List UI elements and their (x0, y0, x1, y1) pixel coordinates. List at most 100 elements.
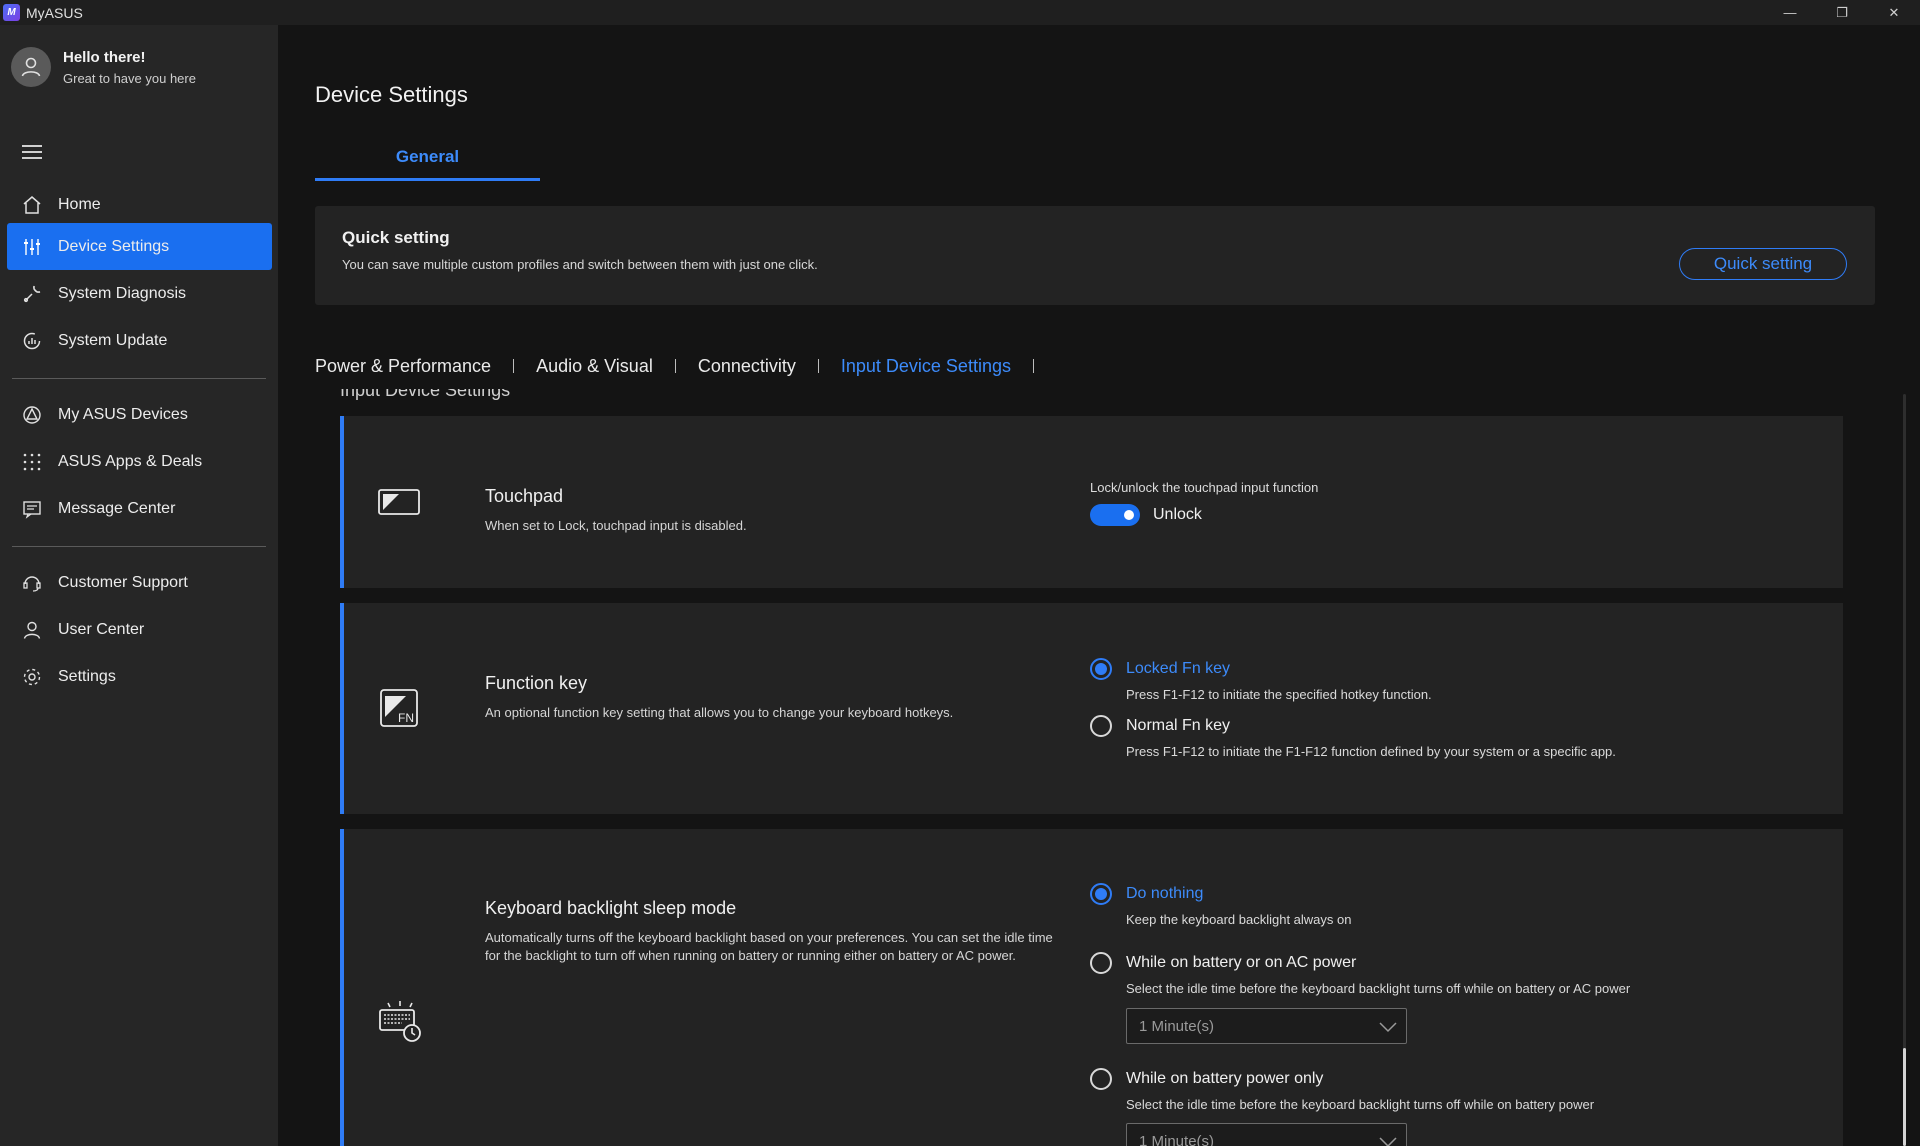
dropdown-value: 1 Minute(s) (1139, 1132, 1215, 1146)
sidebar-item-label: Home (58, 195, 101, 213)
hamburger-menu-icon[interactable] (22, 145, 42, 163)
subtab-separator (817, 359, 819, 373)
locked-fn-key-label: Locked Fn key (1126, 660, 1231, 677)
sidebar-item-home[interactable]: Home (7, 181, 272, 228)
restore-button[interactable]: ❐ (1816, 0, 1868, 25)
sidebar-item-label: ASUS Apps & Deals (58, 452, 203, 470)
sidebar-item-label: Message Center (58, 499, 176, 517)
battery-only-idle-dropdown[interactable]: 1 Minute(s) (1126, 1123, 1407, 1146)
main-content: Device Settings General Quick setting Yo… (278, 25, 1920, 1146)
quick-setting-description: You can save multiple custom profiles an… (342, 257, 818, 272)
sidebar-item-label: User Center (58, 620, 145, 638)
touchpad-card: Touchpad When set to Lock, touchpad inpu… (340, 416, 1843, 588)
sidebar-item-message-center[interactable]: Message Center (7, 485, 272, 532)
battery-or-ac-radio[interactable] (1090, 952, 1112, 974)
battery-only-option[interactable]: While on battery power only (1090, 1068, 1323, 1090)
touchpad-title: Touchpad (485, 486, 564, 506)
wrench-icon (21, 283, 43, 305)
close-button[interactable]: ✕ (1868, 0, 1920, 25)
battery-or-ac-option[interactable]: While on battery or on AC power (1090, 952, 1356, 974)
function-key-options: Locked Fn key Press F1-F12 to initiate t… (1090, 658, 1790, 798)
battery-or-ac-desc: Select the idle time before the keyboard… (1126, 981, 1631, 996)
touchpad-description: When set to Lock, touchpad input is disa… (485, 518, 747, 533)
avatar[interactable] (11, 47, 51, 87)
main-scrollbar[interactable] (1903, 394, 1906, 1146)
sidebar-item-device-settings[interactable]: Device Settings (7, 223, 272, 270)
subtab-power-performance[interactable]: Power & Performance (315, 356, 491, 377)
locked-fn-key-desc: Press F1-F12 to initiate the specified h… (1126, 687, 1432, 702)
normal-fn-key-desc: Press F1-F12 to initiate the F1-F12 func… (1126, 744, 1616, 759)
subtab-connectivity[interactable]: Connectivity (698, 356, 796, 377)
update-icon (21, 330, 43, 352)
subtab-input-device-settings[interactable]: Input Device Settings (841, 356, 1011, 377)
settings-scroll-area[interactable]: Input Device Settings Touchpad When set … (278, 389, 1920, 1146)
touchpad-toggle-caption: Lock/unlock the touchpad input function (1090, 480, 1319, 495)
battery-only-desc: Select the idle time before the keyboard… (1126, 1097, 1595, 1112)
chevron-down-icon (1379, 1137, 1397, 1146)
touchpad-lock-control: Lock/unlock the touchpad input function … (1090, 480, 1318, 526)
devices-icon (21, 404, 43, 426)
function-key-card: FN Function key An optional function key… (340, 603, 1843, 814)
headset-icon (21, 572, 43, 594)
message-icon (21, 498, 43, 520)
sidebar-item-system-diagnosis[interactable]: System Diagnosis (7, 270, 272, 317)
battery-only-label: While on battery power only (1126, 1070, 1324, 1087)
keyboard-backlight-description: Automatically turns off the keyboard bac… (485, 930, 1053, 963)
battery-only-radio[interactable] (1090, 1068, 1112, 1090)
keyboard-backlight-timer-icon (378, 999, 421, 1042)
section-title: Input Device Settings (340, 389, 511, 400)
scrollbar-thumb[interactable] (1903, 1048, 1906, 1146)
sidebar-divider (12, 546, 266, 547)
normal-fn-key-option[interactable]: Normal Fn key (1090, 715, 1230, 737)
normal-fn-key-radio[interactable] (1090, 715, 1112, 737)
function-key-description: An optional function key setting that al… (485, 705, 954, 720)
sidebar-item-my-asus-devices[interactable]: My ASUS Devices (7, 391, 272, 438)
sidebar-item-label: Device Settings (58, 237, 170, 255)
subtab-bar: Power & Performance Audio & Visual Conne… (315, 351, 1056, 381)
touchpad-toggle-state: Unlock (1153, 506, 1202, 523)
title-bar: M MyASUS — ❐ ✕ (0, 0, 1920, 25)
sidebar-item-settings[interactable]: Settings (7, 653, 272, 700)
locked-fn-key-radio[interactable] (1090, 658, 1112, 680)
myasus-logo-icon: M (3, 4, 20, 21)
touchpad-icon (378, 480, 420, 522)
tab-general[interactable]: General (315, 147, 540, 181)
gear-icon (21, 666, 43, 688)
do-nothing-option[interactable]: Do nothing (1090, 883, 1203, 905)
sidebar-item-label: Customer Support (58, 573, 188, 591)
chevron-down-icon (1379, 1022, 1397, 1033)
sliders-icon (21, 236, 43, 258)
sidebar-item-customer-support[interactable]: Customer Support (7, 559, 272, 606)
keyboard-backlight-options: Do nothing Keep the keyboard backlight a… (1090, 883, 1790, 1146)
touchpad-lock-toggle[interactable] (1090, 504, 1140, 526)
sidebar-item-asus-apps-deals[interactable]: ASUS Apps & Deals (7, 438, 272, 485)
do-nothing-label: Do nothing (1126, 885, 1204, 902)
subtab-separator (674, 359, 676, 373)
subtab-audio-visual[interactable]: Audio & Visual (536, 356, 653, 377)
sidebar-item-label: System Diagnosis (58, 284, 187, 302)
battery-or-ac-idle-dropdown[interactable]: 1 Minute(s) (1126, 1008, 1407, 1044)
sidebar-divider (12, 378, 266, 379)
function-key-icon: FN (378, 687, 420, 729)
quick-setting-button[interactable]: Quick setting (1679, 248, 1847, 280)
do-nothing-desc: Keep the keyboard backlight always on (1126, 912, 1352, 927)
apps-grid-icon (21, 451, 43, 473)
sidebar-item-label: Settings (58, 667, 116, 685)
sidebar-item-label: My ASUS Devices (58, 405, 188, 423)
subtab-separator (1032, 359, 1034, 373)
greeting-title: Hello there! (63, 48, 146, 66)
page-title: Device Settings (315, 82, 468, 107)
sidebar-item-label: System Update (58, 331, 168, 349)
minimize-button[interactable]: — (1764, 0, 1816, 25)
user-greeting[interactable]: Hello there! Great to have you here (11, 47, 196, 87)
sidebar-item-system-update[interactable]: System Update (7, 317, 272, 364)
locked-fn-key-option[interactable]: Locked Fn key (1090, 658, 1230, 680)
normal-fn-key-label: Normal Fn key (1126, 717, 1231, 734)
sidebar-item-user-center[interactable]: User Center (7, 606, 272, 653)
home-icon (21, 194, 43, 216)
dropdown-value: 1 Minute(s) (1139, 1017, 1215, 1035)
do-nothing-radio[interactable] (1090, 883, 1112, 905)
sidebar: Hello there! Great to have you here Home… (0, 25, 278, 1146)
window-title: MyASUS (26, 4, 83, 21)
keyboard-backlight-card: Keyboard backlight sleep mode Automatica… (340, 829, 1843, 1146)
